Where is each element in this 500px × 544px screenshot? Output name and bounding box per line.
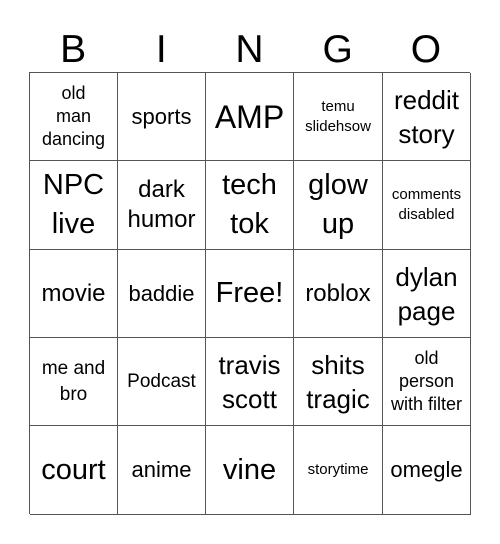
bingo-header: B I N G O (29, 28, 470, 72)
cell-text: court (41, 453, 106, 486)
cell-line: disabled (398, 206, 455, 223)
cell-text: glow up (308, 166, 368, 244)
bingo-cell[interactable]: AMP (206, 73, 294, 161)
bingo-cell[interactable]: baddie (118, 250, 206, 338)
cell-line: man (55, 106, 91, 126)
cell-text: AMP (214, 98, 285, 135)
cell-text: sports (131, 103, 192, 129)
cell-text: reddit story (394, 83, 459, 151)
cell-line: page (397, 295, 456, 326)
bingo-cell[interactable]: travis scott (206, 338, 294, 426)
header-letter-g: G (322, 28, 353, 71)
header-letter-i: I (155, 28, 167, 71)
cell-line: tragic (306, 383, 370, 414)
free-space-text: Free! (215, 277, 284, 309)
bingo-cell[interactable]: temu slidehsow (294, 73, 383, 161)
bingo-cell[interactable]: tech tok (206, 161, 294, 250)
cell-text: storytime (307, 461, 369, 478)
bingo-cell[interactable]: omegle (383, 426, 471, 515)
bingo-cell[interactable]: reddit story (383, 73, 471, 161)
cell-line: old (61, 83, 86, 103)
cell-text: old person with filter (391, 347, 462, 416)
header-letter-o: O (410, 28, 442, 71)
header-letter-n: N (235, 28, 264, 71)
cell-text: dark humor (127, 175, 195, 235)
cell-line: old (414, 348, 439, 368)
cell-line: comments (391, 186, 462, 203)
cell-text: NPC live (43, 166, 104, 244)
bingo-cell[interactable]: dark humor (118, 161, 206, 250)
cell-line: reddit (393, 84, 460, 115)
cell-line: glow (308, 169, 368, 201)
cell-text: baddie (128, 280, 195, 306)
bingo-cell[interactable]: court (30, 426, 118, 515)
cell-line: story (398, 118, 455, 149)
cell-text: roblox (305, 279, 371, 307)
bingo-cell[interactable]: sports (118, 73, 206, 161)
cell-line: shits (311, 349, 365, 380)
bingo-cell[interactable]: storytime (294, 426, 383, 515)
cell-line: scott (222, 383, 277, 414)
bingo-cell[interactable]: shits tragic (294, 338, 383, 426)
cell-line: dylan (395, 261, 458, 292)
cell-line: tech (222, 169, 277, 201)
bingo-cell[interactable]: glow up (294, 161, 383, 250)
cell-text: comments disabled (392, 185, 461, 225)
cell-line: up (321, 208, 355, 240)
cell-line: live (51, 208, 96, 240)
bingo-cell[interactable]: old man dancing (30, 73, 118, 161)
bingo-cell[interactable]: old person with filter (383, 338, 471, 426)
bingo-cell[interactable]: roblox (294, 250, 383, 338)
cell-text: omegle (390, 457, 463, 482)
bingo-cell[interactable]: dylan page (383, 250, 471, 338)
header-letter-b: B (60, 28, 87, 71)
cell-line: person (398, 371, 455, 391)
cell-line: dark (138, 176, 185, 203)
bingo-cell[interactable]: me and bro (30, 338, 118, 426)
bingo-cell[interactable]: vine (206, 426, 294, 515)
bingo-cell[interactable]: comments disabled (383, 161, 471, 250)
cell-text: movie (41, 279, 106, 307)
cell-line: bro (59, 383, 88, 405)
cell-text: shits tragic (306, 348, 370, 416)
bingo-cell[interactable]: movie (30, 250, 118, 338)
cell-text: dylan page (395, 260, 457, 328)
cell-line: temu (321, 97, 355, 115)
cell-line: with filter (390, 394, 462, 414)
cell-text: temu slidehsow (305, 97, 371, 137)
cell-line: travis (218, 349, 281, 380)
cell-line: tok (230, 208, 269, 240)
cell-text: tech tok (222, 166, 277, 244)
cell-text: old man dancing (42, 82, 105, 151)
bingo-cell[interactable]: anime (118, 426, 206, 515)
cell-line: dancing (41, 129, 106, 149)
cell-text: travis scott (218, 348, 280, 416)
cell-text: Podcast (127, 370, 196, 392)
cell-text: anime (131, 457, 192, 482)
cell-line: humor (127, 206, 196, 233)
free-space-cell[interactable]: Free! (206, 250, 294, 338)
bingo-grid: old man dancing sports AMP temu slidehso… (29, 72, 471, 515)
bingo-cell[interactable]: NPC live (30, 161, 118, 250)
cell-line: NPC (42, 169, 105, 201)
bingo-cell[interactable]: Podcast (118, 338, 206, 426)
cell-text: me and bro (42, 356, 105, 408)
cell-line: slidehsow (305, 117, 371, 135)
cell-text: vine (222, 453, 277, 486)
cell-line: me and (41, 357, 106, 379)
